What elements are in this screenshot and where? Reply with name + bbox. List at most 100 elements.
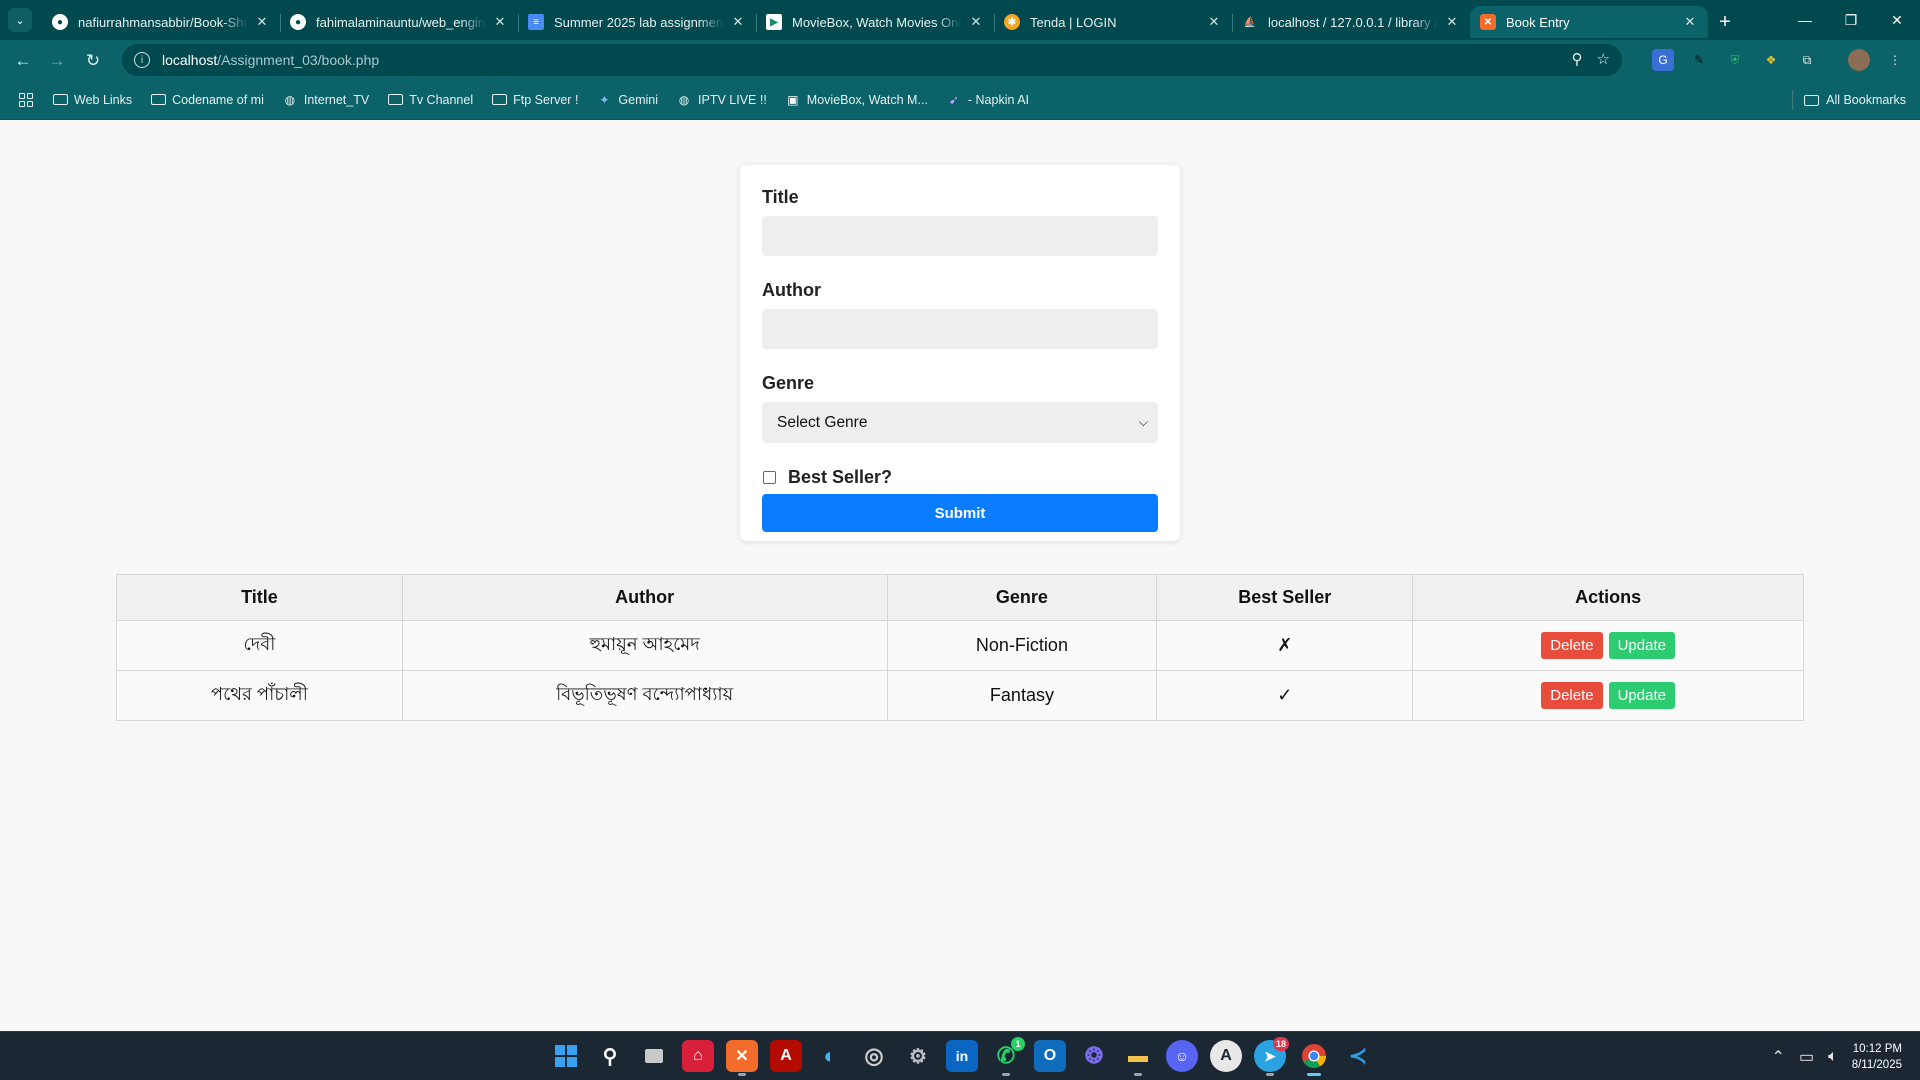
adobe-app-icon[interactable]: ⌂: [682, 1040, 714, 1072]
volume-icon[interactable]: 🔈︎: [1828, 1048, 1838, 1066]
moviebox-icon: ▣: [787, 92, 799, 107]
close-icon[interactable]: ✕: [1682, 14, 1698, 30]
leaf-extension-icon[interactable]: ❖: [1760, 49, 1782, 71]
genre-label: Genre: [762, 373, 815, 393]
tab-book-shop[interactable]: ● nafiurrahmansabbir/Book-Shop ✕: [42, 6, 280, 38]
cell-best-seller: ✗: [1156, 620, 1414, 671]
acrobat-icon[interactable]: A: [770, 1040, 802, 1072]
all-bookmarks-button[interactable]: All Bookmarks: [1792, 80, 1906, 120]
tab-label: localhost / 127.0.0.1 / library / b: [1268, 14, 1438, 30]
apps-grid-icon[interactable]: [19, 92, 33, 107]
submit-button[interactable]: Submit: [762, 494, 1158, 532]
chrome-icon[interactable]: [1298, 1040, 1330, 1076]
tab-search-button[interactable]: ⌄: [8, 8, 32, 32]
update-button[interactable]: Update: [1608, 682, 1675, 709]
edge-icon[interactable]: ◐: [814, 1040, 846, 1072]
bookmark-label: - Napkin AI: [967, 92, 1030, 107]
restore-icon[interactable]: ❐: [1828, 0, 1874, 40]
bookmark-star-icon[interactable]: ☆: [1597, 50, 1610, 68]
outlook-icon[interactable]: O: [1034, 1040, 1066, 1072]
page-content: Title Author Genre Select Genre ⌵ Best S…: [0, 121, 1920, 1031]
bookmark-tv-channel[interactable]: Tv Channel: [387, 93, 473, 107]
profile-avatar[interactable]: [1848, 49, 1870, 71]
xampp-taskbar-icon[interactable]: ✕: [726, 1040, 758, 1076]
close-window-icon[interactable]: ✕: [1874, 0, 1920, 40]
tab-book-entry[interactable]: ✕ Book Entry ✕: [1470, 6, 1708, 38]
cell-author: বিভূতিভূষণ বন্দ্যোপাধ্যায়: [401, 670, 888, 721]
cell-actions: Delete Update: [1412, 620, 1804, 671]
bookmark-web-links[interactable]: Web Links: [52, 93, 132, 107]
back-icon[interactable]: ←: [10, 48, 36, 74]
bookmarks-bar: Web Links Codename of mi ◍ Internet_TV Tv…: [0, 80, 1920, 120]
telegram-icon[interactable]: ➤ 18: [1254, 1037, 1289, 1076]
shield-extension-icon[interactable]: ⛨: [1724, 49, 1746, 71]
pen-extension-icon[interactable]: ✎: [1688, 49, 1710, 71]
genre-select[interactable]: Select Genre ⌵: [762, 402, 1158, 443]
zoom-icon[interactable]: ⚲: [1572, 50, 1583, 68]
start-windows-icon[interactable]: [550, 1040, 582, 1072]
clock[interactable]: 10:12 PM 8/11/2025: [1852, 1041, 1902, 1073]
translate-extension-icon[interactable]: G: [1652, 49, 1674, 71]
minimize-icon[interactable]: —: [1782, 0, 1828, 40]
close-icon[interactable]: ✕: [968, 14, 984, 30]
cell-best-seller: ✓: [1156, 670, 1414, 721]
extensions-puzzle-icon[interactable]: ⧉: [1796, 49, 1818, 71]
bookmark-internet-tv[interactable]: ◍ Internet_TV: [282, 93, 370, 107]
app-store-icon[interactable]: A: [1210, 1040, 1242, 1072]
cell-author: হুমায়ূন আহমেদ: [401, 620, 888, 671]
chevron-up-icon[interactable]: ⌃: [1772, 1047, 1785, 1067]
forward-icon[interactable]: →: [44, 48, 70, 74]
folder-icon: [150, 93, 166, 106]
copilot-icon[interactable]: ❂: [1078, 1040, 1110, 1072]
site-info-icon[interactable]: i: [134, 52, 150, 68]
close-icon[interactable]: ✕: [254, 14, 270, 30]
folder-icon: [387, 93, 403, 106]
new-tab-button[interactable]: +: [1708, 6, 1742, 38]
bookmark-iptv-live[interactable]: ◍ IPTV LIVE !!: [676, 93, 767, 107]
close-icon[interactable]: ✕: [1206, 14, 1222, 30]
title-label: Title: [762, 187, 799, 207]
update-button[interactable]: Update: [1608, 632, 1675, 659]
vscode-icon[interactable]: ≺: [1342, 1040, 1374, 1072]
tab-tenda[interactable]: ✱ Tenda | LOGIN ✕: [994, 6, 1232, 38]
file-explorer-icon[interactable]: ▬: [1122, 1040, 1154, 1076]
title-input[interactable]: [762, 216, 1158, 256]
bookmark-label: IPTV LIVE !!: [698, 92, 767, 107]
delete-button[interactable]: Delete: [1541, 682, 1603, 709]
settings-gear-icon[interactable]: ⚙: [902, 1040, 934, 1072]
bookmark-napkin-ai[interactable]: ➹ - Napkin AI: [946, 93, 1029, 107]
bookmark-codename[interactable]: Codename of mi: [150, 93, 264, 107]
address-bar[interactable]: i localhost/Assignment_03/book.php ⚲ ☆: [122, 44, 1622, 76]
table-header-row: Title Author Genre Best Seller Actions: [116, 574, 1804, 621]
discord-icon[interactable]: ☺: [1166, 1040, 1198, 1072]
tab-phpmyadmin[interactable]: ⛵ localhost / 127.0.0.1 / library / b ✕: [1232, 6, 1470, 38]
tab-lab-assignment[interactable]: ≡ Summer 2025 lab assignment.d ✕: [518, 6, 756, 38]
network-icon[interactable]: ▭: [1799, 1047, 1814, 1067]
close-icon[interactable]: ✕: [730, 14, 746, 30]
linkedin-icon[interactable]: in: [946, 1040, 978, 1072]
author-input[interactable]: [762, 309, 1158, 349]
bookmark-ftp-server[interactable]: Ftp Server !: [491, 93, 578, 107]
browser-toolbar: ← → ↻ i localhost/Assignment_03/book.php…: [0, 40, 1920, 80]
obs-icon[interactable]: ◎: [858, 1040, 890, 1072]
bookmark-gemini[interactable]: ✦ Gemini: [596, 93, 658, 107]
search-icon[interactable]: ⚲: [594, 1040, 626, 1072]
close-icon[interactable]: ✕: [1444, 14, 1460, 30]
github-icon: ●: [52, 14, 68, 30]
reload-icon[interactable]: ↻: [80, 48, 106, 74]
cell-genre: Non-Fiction: [886, 620, 1158, 671]
tab-moviebox[interactable]: ▶ MovieBox, Watch Movies Onlin ✕: [756, 6, 994, 38]
tab-web-engine[interactable]: ● fahimalaminauntu/web_engine ✕: [280, 6, 518, 38]
close-icon[interactable]: ✕: [492, 14, 508, 30]
bestseller-checkbox[interactable]: [763, 471, 776, 484]
task-view-icon[interactable]: [638, 1040, 670, 1072]
chevron-down-icon: ⌄: [15, 14, 25, 27]
book-entry-form: Title Author Genre Select Genre ⌵ Best S…: [740, 165, 1180, 541]
author-label: Author: [762, 280, 821, 300]
whatsapp-icon[interactable]: ✆ 1: [990, 1037, 1025, 1076]
cell-title: পথের পাঁচালী: [116, 670, 403, 721]
windows-taskbar: ⚲ ⌂ ✕ A ◐ ◎ ⚙ in ✆ 1 O ❂ ▬ ☺ A ➤ 18 ≺ ⌃ ▭ …: [0, 1031, 1920, 1080]
menu-kebab-icon[interactable]: ⋮: [1884, 49, 1906, 71]
delete-button[interactable]: Delete: [1541, 632, 1603, 659]
bookmark-moviebox[interactable]: ▣ MovieBox, Watch M...: [785, 93, 928, 107]
